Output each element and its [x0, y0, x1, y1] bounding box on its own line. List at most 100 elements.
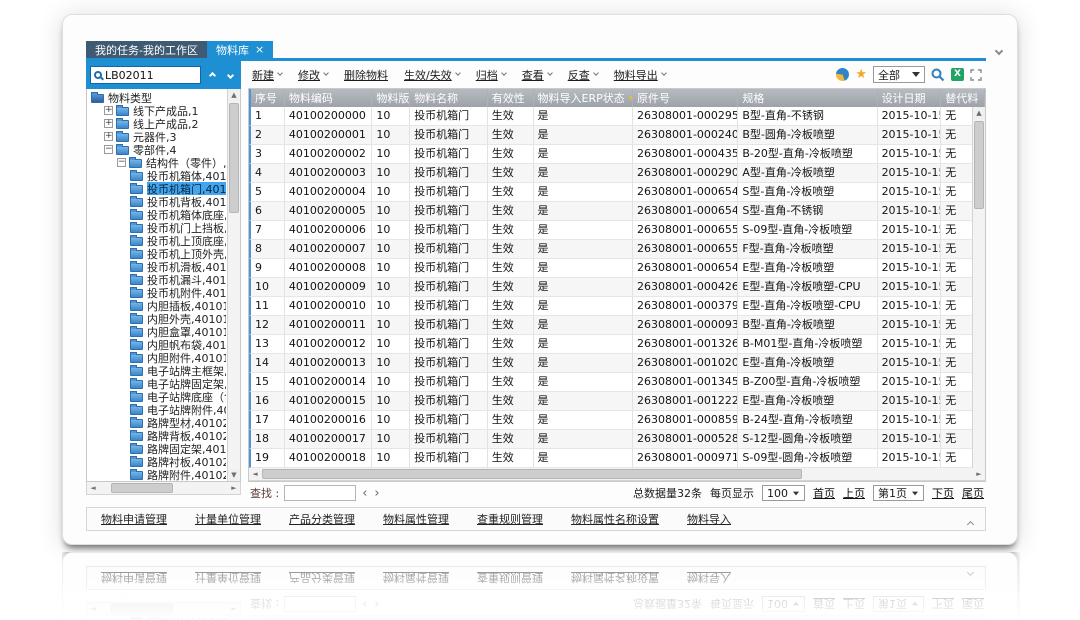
- table-row[interactable]: 104010020000910投币机箱门生效是26308001-0004265E…: [249, 278, 985, 297]
- scroll-down-icon[interactable]: ▼: [228, 469, 240, 481]
- tree-expander-icon[interactable]: −: [117, 158, 126, 167]
- search-prev-button[interactable]: [205, 67, 219, 83]
- tree-item[interactable]: 内胆盒罩,401013: [89, 325, 226, 338]
- tab-my-workspace[interactable]: 我的任务-我的工作区: [86, 41, 207, 58]
- tree-item[interactable]: 电子站牌固定架,4010: [89, 377, 226, 390]
- tree-item[interactable]: 投币机箱门,401002: [89, 182, 226, 195]
- tree-item[interactable]: 电子站牌主框架,4010: [89, 364, 226, 377]
- tree-item[interactable]: 电子站牌底座（含地: [89, 390, 226, 403]
- scrollbar-thumb[interactable]: [974, 121, 984, 209]
- tree-vertical-scrollbar[interactable]: ▲ ▼: [227, 89, 240, 481]
- tab-list-chevron-icon[interactable]: [996, 44, 1004, 52]
- scroll-left-icon[interactable]: ◄: [87, 482, 99, 494]
- tree-item[interactable]: 路牌固定架,401022: [89, 442, 226, 455]
- tree-item[interactable]: 内胆外壳,401012: [89, 312, 226, 325]
- per-page-dropdown[interactable]: 100: [762, 485, 805, 501]
- tree-horizontal-scrollbar[interactable]: ◄ ►: [86, 482, 241, 495]
- column-header[interactable]: 设计日期: [878, 89, 942, 107]
- toolbar-button-edit[interactable]: 修改: [298, 67, 328, 83]
- tree-expander-icon[interactable]: +: [104, 132, 113, 141]
- first-page-button[interactable]: 首页: [813, 485, 835, 501]
- column-header[interactable]: 物料名称: [410, 89, 488, 107]
- tree-item[interactable]: 投币机滑板,401008: [89, 260, 226, 273]
- column-header[interactable]: 有效性: [488, 89, 534, 107]
- scrollbar-thumb[interactable]: [229, 103, 239, 213]
- toolbar-button-material-export[interactable]: 物料导出: [614, 67, 666, 83]
- bottom-link[interactable]: 物料属性名称设置: [571, 511, 659, 527]
- scroll-right-icon[interactable]: ►: [228, 482, 240, 494]
- tree-item[interactable]: +线上产成品,2: [89, 117, 226, 130]
- table-row[interactable]: 64010020000510投币机箱门生效是26308001-0006546S型…: [249, 202, 985, 221]
- tree-item[interactable]: 电子站牌附件,401019: [89, 403, 226, 416]
- column-header[interactable]: 替代料: [941, 89, 985, 107]
- table-row[interactable]: 124010020001110投币机箱门生效是26308001-0000937B…: [249, 316, 985, 335]
- column-header[interactable]: 物料版...: [372, 89, 410, 107]
- table-row[interactable]: 154010020001410投币机箱门生效是26308001-0013453B…: [249, 373, 985, 392]
- next-page-button[interactable]: 下页: [932, 485, 954, 501]
- table-row[interactable]: 14010020000010投币机箱门生效是26308001-0002958B型…: [249, 107, 985, 126]
- bottom-link[interactable]: 计量单位管理: [195, 511, 261, 527]
- column-header[interactable]: 物料编码: [285, 89, 373, 107]
- table-row[interactable]: 174010020001610投币机箱门生效是26308001-0008599B…: [249, 411, 985, 430]
- tab-material-library[interactable]: 物料库×: [207, 41, 273, 58]
- find-next-icon[interactable]: ›: [373, 487, 380, 500]
- scroll-up-icon[interactable]: ▲: [228, 89, 240, 101]
- table-row[interactable]: 144010020001310投币机箱门生效是26308001-0010205E…: [249, 354, 985, 373]
- column-header[interactable]: 物料导入ERP状态: [534, 89, 633, 107]
- tree-item[interactable]: 内胆插板,401011: [89, 299, 226, 312]
- column-header[interactable]: 规格: [738, 89, 877, 107]
- bottom-link[interactable]: 物料导入: [687, 511, 731, 527]
- page-dropdown[interactable]: 第1页: [873, 485, 924, 501]
- search-icon[interactable]: [931, 68, 945, 82]
- find-input[interactable]: [284, 485, 356, 501]
- scrollbar-thumb[interactable]: [111, 483, 173, 493]
- tab-close-icon[interactable]: ×: [255, 44, 264, 55]
- tree-item[interactable]: 投币机背板,401003: [89, 195, 226, 208]
- table-row[interactable]: 84010020000710投币机箱门生效是26308001-0006552F型…: [249, 240, 985, 259]
- scroll-right-icon[interactable]: ►: [973, 468, 985, 480]
- scope-filter-dropdown[interactable]: 全部: [873, 66, 925, 83]
- bottom-link[interactable]: 产品分类管理: [289, 511, 355, 527]
- table-row[interactable]: 74010020000610投币机箱门生效是26308001-0006553S-…: [249, 221, 985, 240]
- table-row[interactable]: 34010020000210投币机箱门生效是26308001-0004353B-…: [249, 145, 985, 164]
- table-row[interactable]: 54010020000410投币机箱门生效是26308001-0006547S型…: [249, 183, 985, 202]
- scrollbar-thumb[interactable]: [262, 469, 802, 479]
- expand-icon[interactable]: [970, 69, 982, 81]
- tree-item[interactable]: 路牌背板,401021: [89, 429, 226, 442]
- tree-search-input[interactable]: [105, 69, 197, 82]
- tree-item[interactable]: −结构件（零件）,401: [89, 156, 226, 169]
- last-page-button[interactable]: 尾页: [962, 485, 984, 501]
- tree-item[interactable]: 路牌衬板,401023: [89, 455, 226, 468]
- column-header[interactable]: 原件号: [633, 89, 738, 107]
- toolbar-button-view[interactable]: 查看: [522, 67, 552, 83]
- toolbar-button-new[interactable]: 新建: [252, 67, 282, 83]
- table-row[interactable]: 184010020001710投币机箱门生效是26308001-0005288S…: [249, 430, 985, 449]
- tree-item[interactable]: 投币机漏斗,401009: [89, 273, 226, 286]
- chart-icon[interactable]: [836, 68, 849, 81]
- excel-export-icon[interactable]: X: [951, 68, 964, 81]
- bottom-link[interactable]: 查重规则管理: [477, 511, 543, 527]
- table-row[interactable]: 24010020000110投币机箱门生效是26308001-0002404B型…: [249, 126, 985, 145]
- tree-item[interactable]: 投币机上顶底座,4010: [89, 234, 226, 247]
- tree-item[interactable]: 投币机箱体,401001: [89, 169, 226, 182]
- toolbar-button-archive[interactable]: 归档: [476, 67, 506, 83]
- tree-item[interactable]: 投币机门上挡板,4010: [89, 221, 226, 234]
- table-row[interactable]: 164010020001510投币机箱门生效是26308001-0012223E…: [249, 392, 985, 411]
- table-row[interactable]: 44010020000310投币机箱门生效是26308001-0002900A型…: [249, 164, 985, 183]
- tree-expander-icon[interactable]: −: [104, 145, 113, 154]
- search-next-button[interactable]: [223, 67, 237, 83]
- tree-expander-icon[interactable]: +: [104, 119, 113, 128]
- tree-item[interactable]: 内胆附件,401015: [89, 351, 226, 364]
- find-prev-icon[interactable]: ‹: [361, 487, 368, 500]
- tree-item[interactable]: 投币机附件,401010: [89, 286, 226, 299]
- toolbar-button-reverse-lookup[interactable]: 反查: [568, 67, 598, 83]
- table-horizontal-scrollbar[interactable]: ◄ ►: [249, 468, 985, 481]
- tree-item[interactable]: +元器件,3: [89, 130, 226, 143]
- bottom-link[interactable]: 物料属性管理: [383, 511, 449, 527]
- collapse-chevron-icon[interactable]: [968, 517, 973, 530]
- tree-item[interactable]: 投币机箱体底座,4010: [89, 208, 226, 221]
- tree-item[interactable]: 路牌型材,401020: [89, 416, 226, 429]
- bottom-link[interactable]: 物料申请管理: [101, 511, 167, 527]
- prev-page-button[interactable]: 上页: [843, 485, 865, 501]
- column-header[interactable]: 序号: [251, 89, 285, 107]
